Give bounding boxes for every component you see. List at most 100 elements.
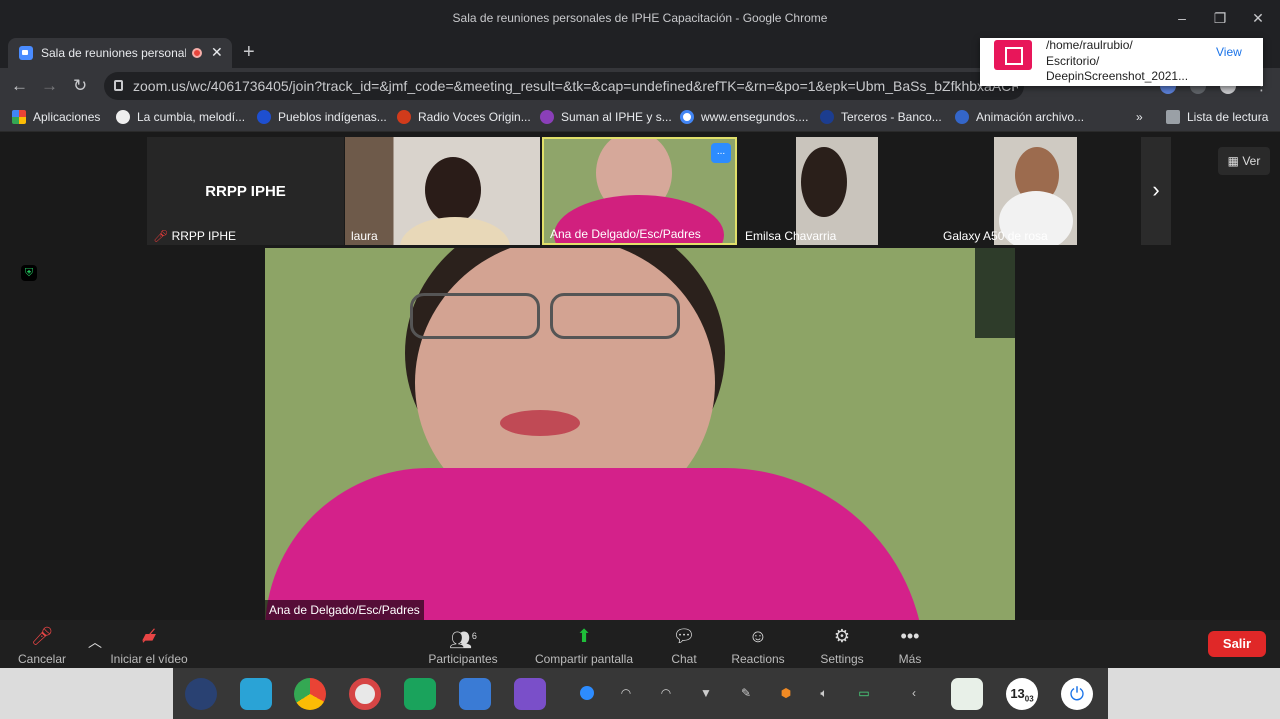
view-grid-icon: ▦ — [1227, 154, 1243, 168]
reactions-button[interactable]: ☺︎ Reactions — [730, 626, 786, 666]
more-options-badge[interactable]: ... — [711, 143, 731, 163]
bookmark-label: Animación archivo... — [976, 110, 1085, 124]
app-store-icon[interactable] — [240, 678, 272, 710]
participant-video — [425, 157, 481, 223]
bookmark-item[interactable]: Terceros - Banco... — [820, 110, 942, 124]
more-button[interactable]: ••• Más — [894, 626, 926, 666]
close-tab-icon[interactable]: ✕ — [211, 44, 223, 61]
chat-icon: 💬︎ — [672, 626, 696, 646]
clock-widget[interactable]: 1303 — [1006, 678, 1038, 710]
bookmark-item[interactable]: Animación archivo... — [955, 110, 1084, 124]
view-button[interactable]: ▦ Ver — [1218, 147, 1270, 175]
apps-grid-icon — [12, 110, 26, 124]
bookmark-item[interactable]: Pueblos indígenas... — [257, 110, 387, 124]
participant-face — [801, 147, 847, 217]
start-video-button[interactable]: ▰̸ Iniciar el vídeo — [110, 626, 188, 666]
participants-count: 6 — [471, 631, 477, 641]
forward-icon[interactable]: → — [41, 76, 58, 96]
participant-name: Emilsa Chavarria — [745, 229, 837, 243]
participants-label: Participantes — [428, 652, 498, 666]
volume-icon[interactable]: 🔈︎ — [817, 686, 831, 700]
new-tab-button[interactable]: + — [243, 41, 255, 64]
background-frame — [975, 248, 1015, 338]
share-screen-button[interactable]: ⬆︎ Compartir pantalla — [534, 626, 634, 666]
collapse-tray-icon[interactable]: ‹ — [907, 686, 921, 700]
next-page-chevron-icon[interactable]: › — [1141, 137, 1171, 245]
participant-tile[interactable]: RRPP IPHE 🎤︎ RRPP IPHE — [147, 137, 344, 245]
wifi-weak-icon[interactable]: ◠ — [619, 686, 633, 700]
view-download-button[interactable]: View — [1216, 45, 1242, 59]
speaker-glasses-right — [550, 293, 680, 339]
start-video-label: Iniciar el vídeo — [110, 652, 188, 666]
bookmark-label: www.ensegundos.... — [701, 110, 809, 124]
spreadsheet-icon[interactable] — [404, 678, 436, 710]
package-icon[interactable]: ⬢ — [779, 686, 793, 700]
bookmark-label: Aplicaciones — [33, 110, 101, 124]
fedora-icon[interactable] — [185, 678, 217, 710]
reading-list-label: Lista de lectura — [1187, 110, 1269, 124]
battery-icon[interactable]: ▭ — [857, 686, 871, 700]
minimize-icon[interactable]: – — [1172, 8, 1192, 28]
more-label: Más — [898, 652, 922, 666]
reload-icon[interactable]: ↻ — [73, 76, 87, 96]
google-icon — [680, 110, 694, 124]
maximize-icon[interactable]: ❐ — [1210, 8, 1230, 28]
close-window-icon[interactable]: ✕ — [1248, 8, 1268, 28]
zoom-favicon-icon — [19, 46, 33, 60]
zoom-tray-icon[interactable] — [580, 686, 594, 700]
bookmark-apps[interactable]: Aplicaciones — [12, 110, 100, 124]
tools-icon[interactable] — [514, 678, 546, 710]
chrome-icon[interactable] — [294, 678, 326, 710]
reading-list[interactable]: Lista de lectura — [1166, 110, 1268, 124]
bookmark-item[interactable]: Suman al IPHE y s... — [540, 110, 672, 124]
participant-tile[interactable]: Emilsa Chavarria — [739, 137, 939, 245]
window-titlebar: Sala de reuniones personales de IPHE Cap… — [0, 0, 1280, 38]
leave-button[interactable]: Salir — [1208, 631, 1266, 657]
participant-name: 🎤︎ RRPP IPHE — [150, 227, 239, 245]
reactions-icon: ☺︎ — [748, 626, 768, 646]
muted-mic-icon: 🎤︎ — [30, 626, 54, 646]
chat-button[interactable]: 💬︎ Chat — [668, 626, 700, 666]
participant-tile-name: RRPP IPHE — [205, 183, 286, 200]
participant-tile-active[interactable]: ... Ana de Delgado/Esc/Padres — [542, 137, 737, 245]
speaker-mouth — [500, 410, 580, 436]
address-bar[interactable]: zoom.us/wc/4061736405/join?track_id=&jmf… — [104, 72, 1024, 100]
back-icon[interactable]: ← — [11, 76, 28, 96]
bookmark-favicon-icon — [540, 110, 554, 124]
bookmark-label: Radio Voces Origin... — [418, 110, 531, 124]
bookmarks-overflow-icon[interactable]: » — [1136, 110, 1143, 124]
participants-button[interactable]: 👥︎6 Participantes — [428, 626, 498, 666]
dock: ◠ ◠ ▼ ✎ ⬢ 🔈︎ ▭ ‹ 1303 ⏻ — [173, 668, 1108, 719]
bookmark-item[interactable]: La cumbia, melodí... — [116, 110, 245, 124]
download-path: /home/raulrubio/ Escritorio/ DeepinScree… — [1046, 38, 1188, 85]
tab-zoom[interactable]: Sala de reuniones personales ✕ — [8, 38, 232, 68]
bookmark-favicon-icon — [257, 110, 271, 124]
settings-app-icon[interactable] — [349, 678, 381, 710]
network-icon[interactable]: ▼ — [699, 686, 713, 700]
speaker-video: Ana de Delgado/Esc/Padres — [265, 248, 1015, 620]
wifi-icon[interactable]: ◠ — [659, 686, 673, 700]
speaker-name: Ana de Delgado/Esc/Padres — [265, 600, 424, 620]
participant-tile[interactable]: laura — [345, 137, 540, 245]
view-button-label: Ver — [1242, 154, 1261, 168]
gear-icon: ⚙︎ — [833, 626, 851, 646]
settings-button[interactable]: ⚙︎ Settings — [818, 626, 866, 666]
participant-tile[interactable]: Galaxy A50 de rosa — [937, 137, 1077, 245]
reactions-label: Reactions — [731, 652, 785, 666]
download-path-line: /home/raulrubio/ — [1046, 38, 1133, 52]
speaker-shirt — [265, 468, 925, 620]
power-icon[interactable]: ⏻ — [1061, 678, 1093, 710]
bookmark-item[interactable]: Radio Voces Origin... — [397, 110, 531, 124]
participant-name-text: RRPP IPHE — [171, 229, 237, 243]
muted-mic-icon: 🎤︎ — [153, 229, 172, 243]
audio-options-chevron-icon[interactable]: ︿ — [88, 632, 102, 652]
bookmark-item[interactable]: www.ensegundos.... — [680, 110, 808, 124]
participant-name: Ana de Delgado/Esc/Padres — [550, 227, 701, 241]
pen-icon[interactable]: ✎ — [739, 686, 753, 700]
bookmark-label: Pueblos indígenas... — [278, 110, 387, 124]
meeting-toolbar: 🎤︎Cancelar silencia ︿ ▰̸Iniciar el vídeo… — [0, 620, 1280, 680]
lock-icon — [114, 80, 123, 91]
system-settings-icon[interactable] — [459, 678, 491, 710]
security-shield-icon[interactable]: ⛨ — [21, 265, 37, 281]
trash-icon[interactable] — [951, 678, 983, 710]
